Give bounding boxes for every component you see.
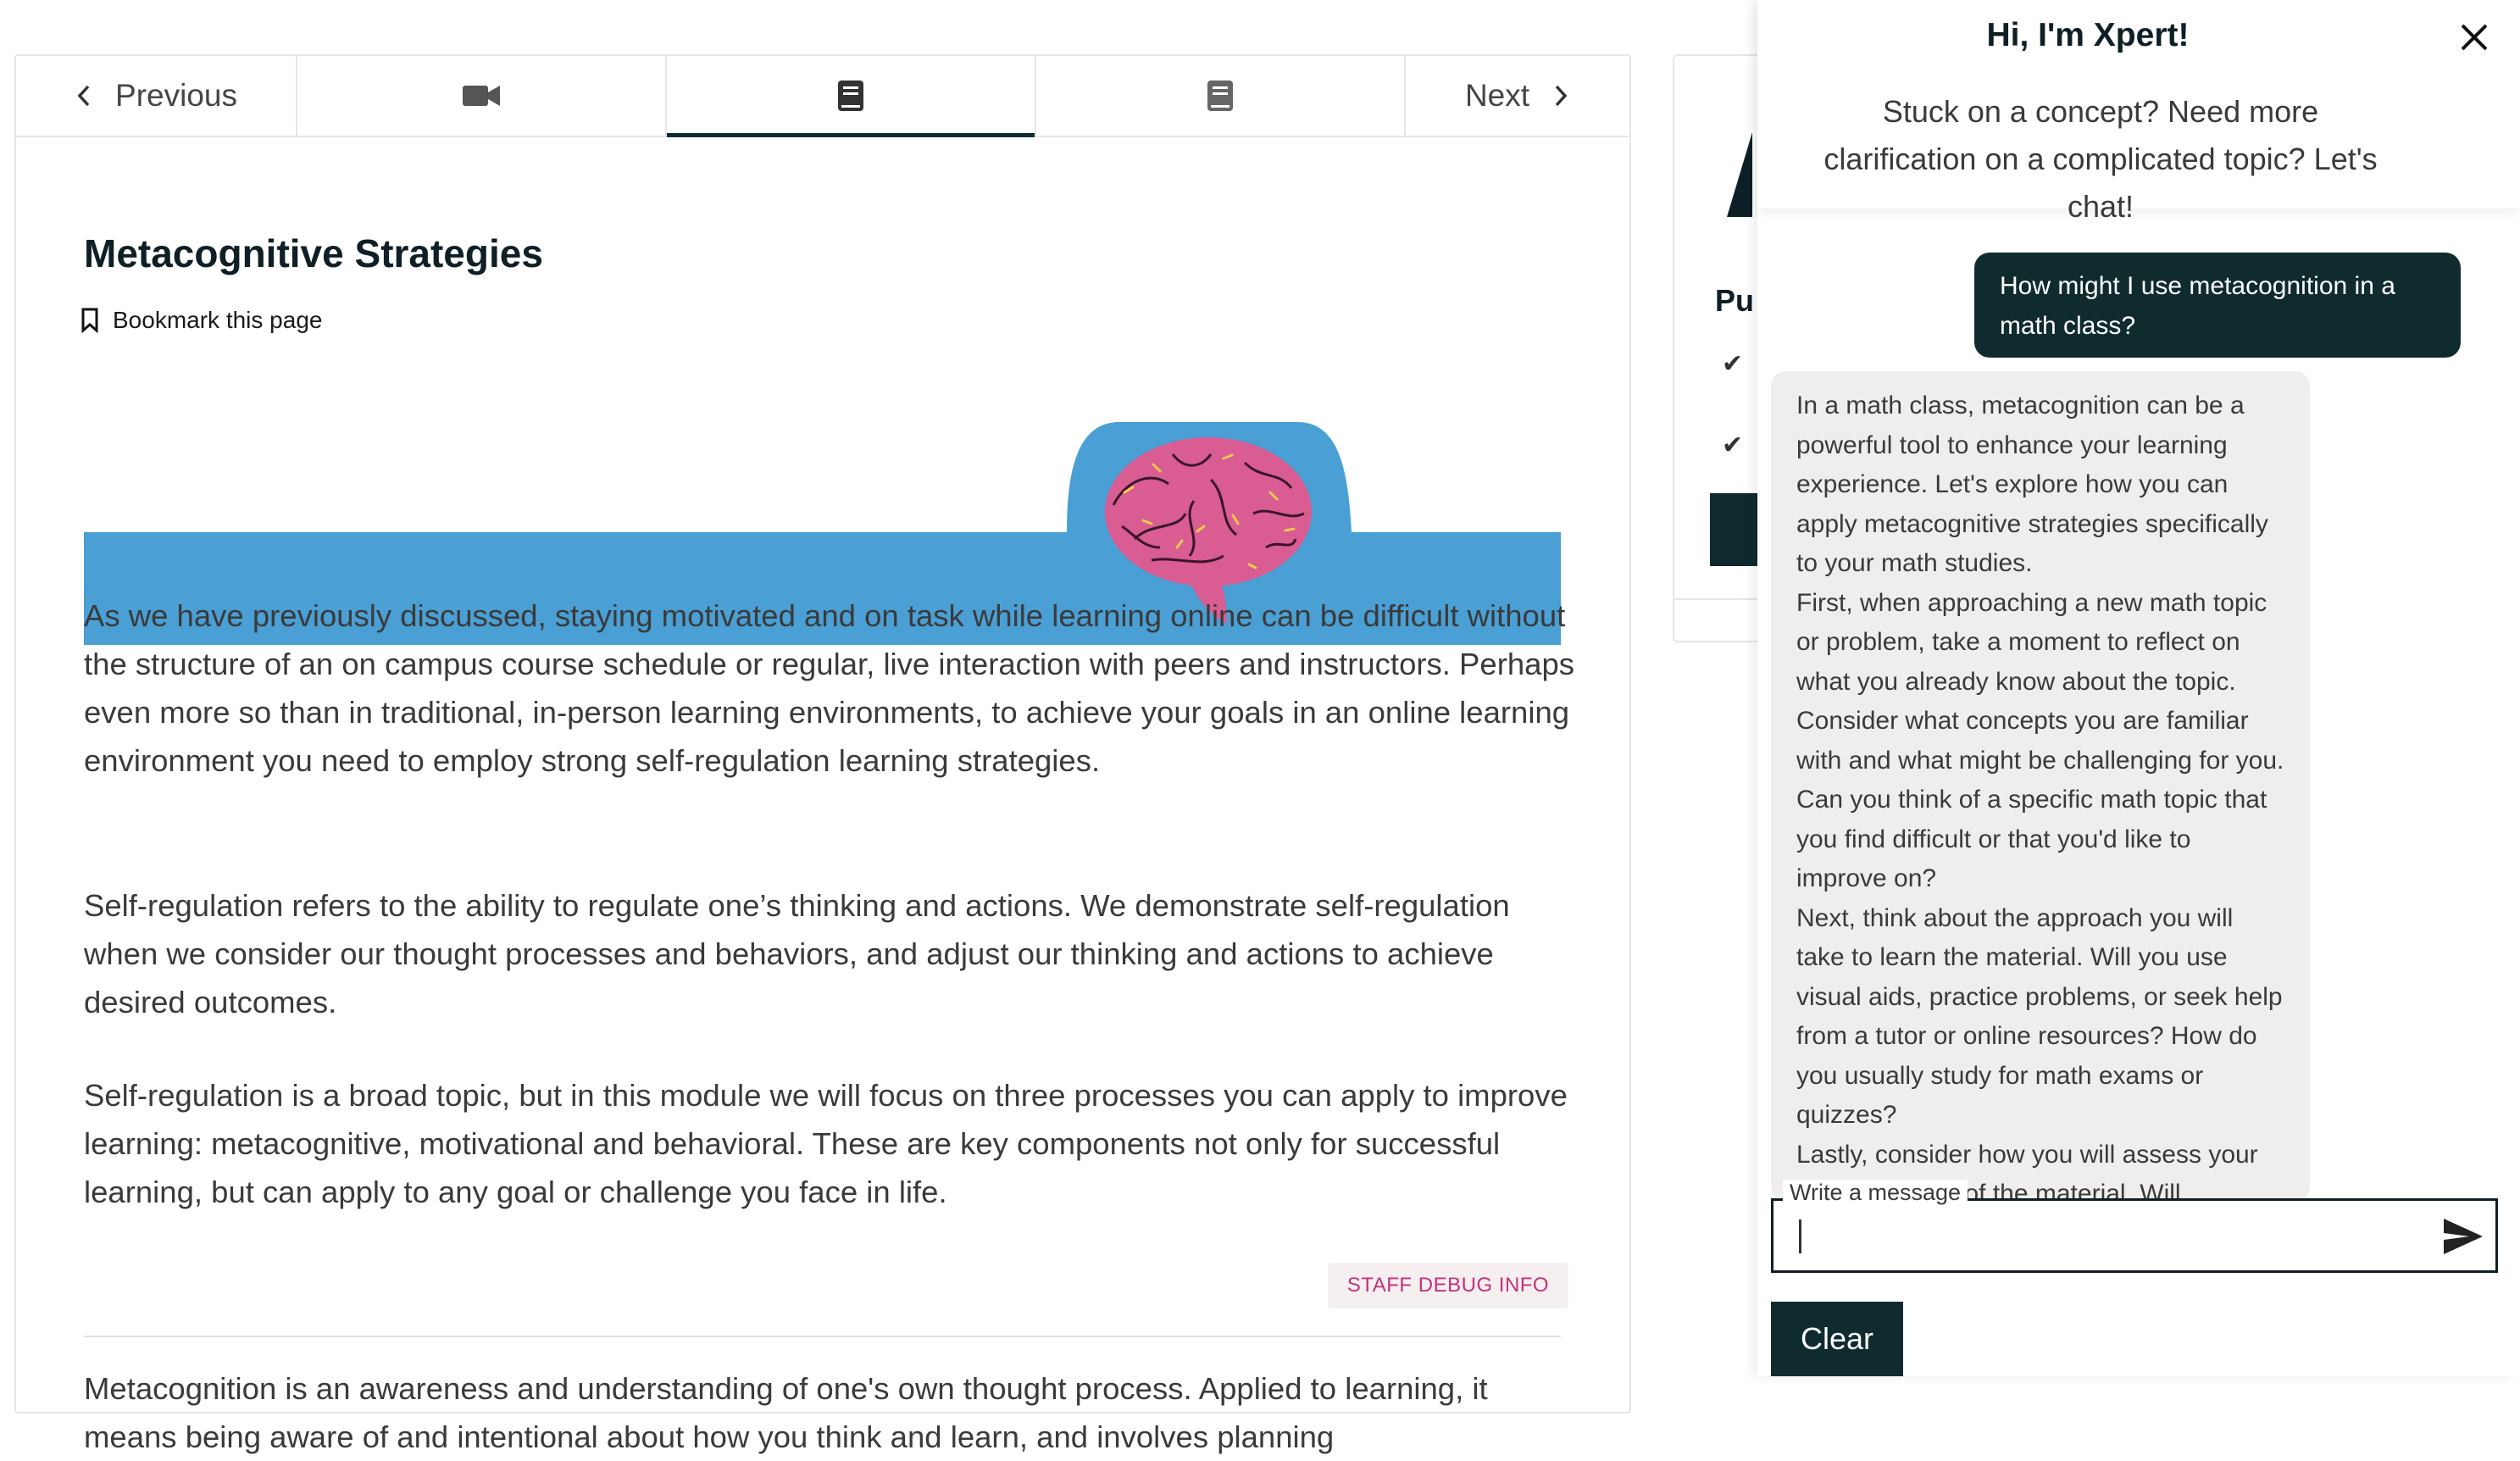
tab-video[interactable] bbox=[297, 56, 667, 136]
chat-title: Hi, I'm Xpert! bbox=[1986, 17, 2190, 53]
course-content-panel: Previous Next Metacognitive Strategies B… bbox=[14, 54, 1631, 1454]
xpert-chat-panel: Hi, I'm Xpert! Stuck on a concept? Need … bbox=[1757, 0, 2520, 1376]
staff-debug-info-button[interactable]: STAFF DEBUG INFO bbox=[1328, 1263, 1568, 1308]
chevron-right-icon bbox=[1555, 85, 1568, 107]
clear-button[interactable]: Clear bbox=[1771, 1302, 1903, 1376]
previous-button[interactable]: Previous bbox=[16, 56, 297, 136]
chat-header: Hi, I'm Xpert! Stuck on a concept? Need … bbox=[1757, 0, 2520, 224]
sequence-navigation: Previous Next bbox=[16, 56, 1629, 137]
assistant-message-text: Next, think about the approach you will … bbox=[1796, 903, 2283, 1130]
tab-reading[interactable] bbox=[1036, 56, 1406, 136]
text-caret bbox=[1799, 1219, 1801, 1253]
book-icon bbox=[1207, 81, 1233, 111]
content-paragraph: Self-regulation is a broad topic, but in… bbox=[84, 1078, 1568, 1209]
user-message-bubble: How might I use metacognition in a math … bbox=[1974, 253, 2461, 358]
bookmark-label: Bookmark this page bbox=[113, 307, 323, 333]
tab-reading-active[interactable] bbox=[667, 56, 1036, 137]
message-input[interactable] bbox=[1771, 1198, 2498, 1273]
content-paragraph: Self-regulation refers to the ability to… bbox=[84, 888, 1510, 1019]
previous-label: Previous bbox=[115, 78, 237, 113]
bookmark-button[interactable]: Bookmark this page bbox=[80, 307, 322, 334]
close-icon[interactable] bbox=[2457, 20, 2491, 54]
sidebar-card-graphic bbox=[1727, 132, 1752, 217]
chat-subtitle: Stuck on a concept? Need more clarificat… bbox=[1823, 94, 2378, 224]
send-icon[interactable] bbox=[2442, 1217, 2484, 1256]
check-icon: ✔ bbox=[1722, 350, 1744, 378]
section-divider bbox=[84, 1336, 1561, 1337]
next-button[interactable]: Next bbox=[1406, 56, 1629, 136]
book-icon bbox=[838, 81, 863, 111]
check-icon: ✔ bbox=[1722, 431, 1744, 459]
video-icon bbox=[463, 86, 500, 106]
message-input-label: Write a message bbox=[1783, 1180, 1968, 1206]
content-paragraph: As we have previously discussed, staying… bbox=[84, 598, 1575, 778]
assistant-message-bubble: In a math class, metacognition can be a … bbox=[1771, 371, 2310, 1202]
next-label: Next bbox=[1464, 78, 1530, 113]
chevron-left-icon bbox=[77, 85, 90, 107]
assistant-message-text: In a math class, metacognition can be a … bbox=[1796, 392, 2268, 577]
sidebar-card-heading: Pu bbox=[1715, 283, 1755, 318]
content-paragraph: Metacognition is an awareness and unders… bbox=[84, 1371, 1488, 1454]
unit-title: Metacognitive Strategies bbox=[84, 231, 543, 275]
assistant-message-text: First, when approaching a new math topic… bbox=[1796, 588, 2284, 893]
bookmark-icon bbox=[81, 308, 98, 333]
